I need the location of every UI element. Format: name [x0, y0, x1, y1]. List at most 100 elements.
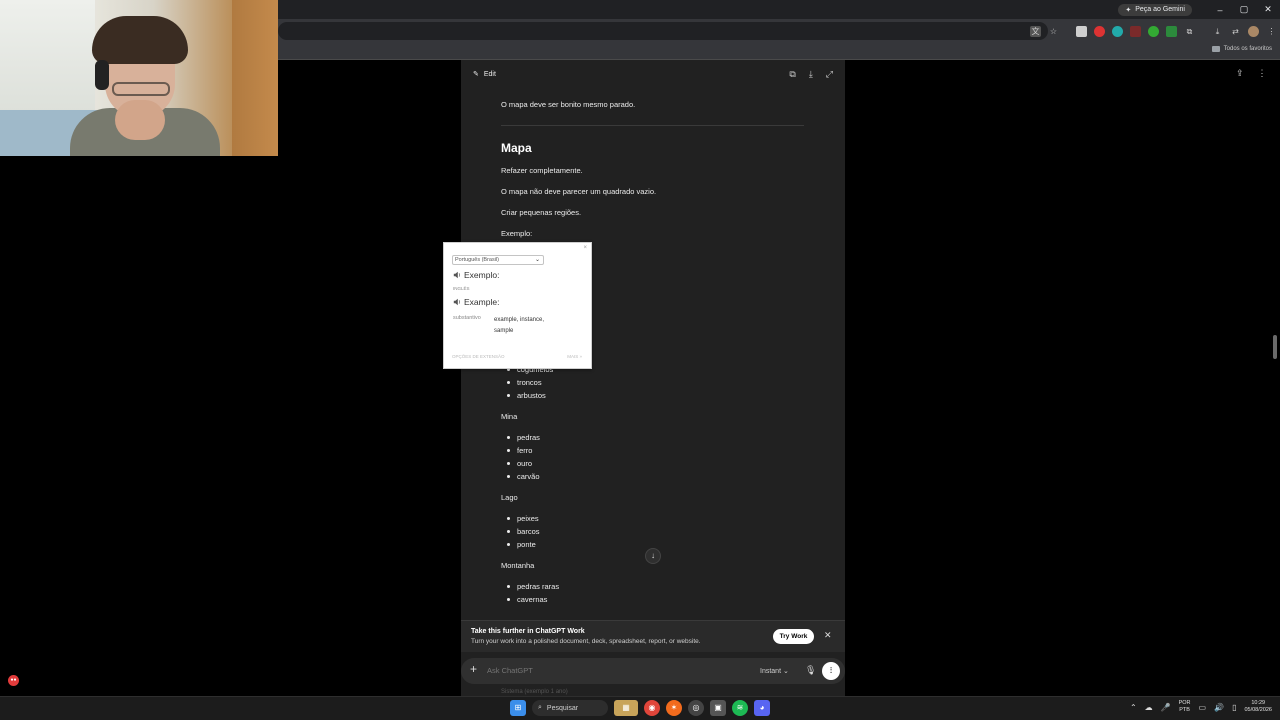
download-icon[interactable]: ⤓ [1212, 26, 1223, 37]
maximize-button[interactable]: ▢ [1232, 4, 1256, 15]
expand-icon[interactable]: ⤢ [826, 69, 833, 80]
mic-tray-icon[interactable]: 🎤 [1161, 703, 1171, 712]
extension-green-square-icon[interactable] [1166, 25, 1177, 37]
plus-icon[interactable]: + [470, 662, 477, 676]
translated-word-row: Example: [453, 297, 499, 307]
battery-icon[interactable]: ▯ [1232, 703, 1236, 712]
search-icon: ⌕ [538, 704, 542, 711]
webcam-hand [115, 100, 165, 140]
translate-icon[interactable]: 文 [1030, 25, 1041, 37]
edit-button[interactable]: ✎ Edit [473, 70, 496, 79]
promo-subtitle: Turn your work into a polished document,… [471, 638, 701, 645]
promo-title: Take this further in ChatGPT Work [471, 628, 585, 635]
section-title: Mina [501, 412, 518, 421]
speaker-icon[interactable] [453, 271, 461, 279]
microphone-icon[interactable]: 🎙 [805, 665, 816, 676]
more-link[interactable]: mais » [567, 354, 582, 359]
chevron-down-icon: ⌄ [534, 257, 540, 263]
webcam-headset [95, 60, 109, 90]
recording-icon[interactable]: ●● [8, 675, 19, 686]
doc-line: O mapa não deve parecer um quadrado vazi… [501, 187, 657, 196]
waveform-icon: ⫶ [830, 666, 832, 675]
close-window-button[interactable]: ✕ [1256, 4, 1280, 15]
gemini-button[interactable]: ✦ Peça ao Gemini [1118, 3, 1192, 16]
window-controls: ✦ Peça ao Gemini – ▢ ✕ [1118, 0, 1280, 19]
divider [501, 125, 804, 126]
pencil-icon: ✎ [473, 71, 479, 78]
tab-search-icon[interactable]: ⇄ [1230, 26, 1241, 37]
extension-shield-icon[interactable] [1076, 25, 1087, 37]
close-icon[interactable]: ✕ [824, 630, 832, 641]
target-language-label: inglês [453, 286, 470, 291]
list-item: pedras raras [506, 582, 560, 591]
clock-date: 05/08/2026 [1244, 707, 1272, 713]
page-scrollbar[interactable] [1273, 335, 1277, 359]
promo-banner: Take this further in ChatGPT Work Turn y… [461, 620, 845, 652]
all-bookmarks-link[interactable]: Todos os favoritos [1211, 46, 1272, 52]
clock[interactable]: 10:29 05/08/2026 [1244, 700, 1272, 714]
list-item: arbustos [507, 391, 546, 400]
address-bar[interactable] [278, 22, 1048, 40]
discord-icon[interactable]: ◕ [754, 700, 770, 716]
webcam-overlay [0, 0, 278, 156]
windows-taskbar: ⊞ ⌕ Pesquisar ▦ ◉ ✶ ◎ ▣ ≋ ◕ ⌃ ☁ 🎤 POR PT… [0, 696, 1280, 720]
extension-red-icon[interactable] [1094, 25, 1105, 37]
list-item: ferro [506, 446, 533, 455]
try-work-button[interactable]: Try Work [773, 629, 814, 644]
language-bottom: PTB [1179, 707, 1190, 713]
translate-popup: × Português (Brasil) ⌄ Exemplo: inglês E… [443, 242, 592, 369]
extension-teal-icon[interactable] [1112, 25, 1123, 37]
doc-line: Criar pequenas regiões. [501, 208, 582, 217]
part-of-speech: substantivo [453, 315, 481, 321]
spotify-icon[interactable]: ≋ [732, 700, 748, 716]
model-selector[interactable]: Instant ⌄ [760, 667, 789, 675]
input-language[interactable]: POR PTB [1179, 700, 1191, 714]
app-icon[interactable]: ▣ [710, 700, 726, 716]
webcam-door [232, 0, 278, 156]
share-icon[interactable]: ⇪ [1236, 68, 1244, 79]
obs-icon[interactable]: ◎ [688, 700, 704, 716]
list-item: peixes [507, 514, 539, 523]
webcam-glasses [112, 82, 170, 96]
faded-text: Sistema (exemplo 1 ano) [501, 689, 568, 695]
chat-input[interactable] [487, 666, 707, 675]
extension-options-link[interactable]: opções de extensão [452, 354, 505, 359]
copy-icon[interactable]: ⧉ [789, 69, 795, 80]
list-item: ponte [507, 540, 536, 549]
chrome-icon[interactable]: ◉ [644, 700, 660, 716]
list-item: troncos [507, 378, 542, 387]
voice-mode-button[interactable]: ⫶ [822, 662, 840, 680]
language-select-value: Português (Brasil) [455, 257, 500, 263]
puzzle-icon[interactable]: ⧉ [1184, 26, 1195, 37]
synonyms: example, instance, sample [494, 317, 545, 334]
taskbar-search-label: Pesquisar [546, 704, 579, 712]
list-item: barcos [507, 527, 540, 536]
extension-green-icon[interactable] [1148, 25, 1159, 37]
all-bookmarks-label: Todos os favoritos [1223, 46, 1272, 52]
close-icon[interactable]: × [583, 245, 587, 251]
profile-avatar-icon[interactable] [1248, 25, 1259, 37]
section-heading: Mapa [501, 141, 532, 155]
download-icon[interactable]: ⤓ [809, 69, 813, 80]
windows-start-icon[interactable]: ⊞ [510, 700, 526, 716]
cloud-icon[interactable]: ☁ [1145, 703, 1153, 712]
folder-icon [1211, 46, 1220, 52]
source-word: Exemplo: [464, 270, 500, 280]
browser-menu-icon[interactable]: ⋮ [1266, 26, 1277, 37]
minimize-button[interactable]: – [1208, 5, 1232, 15]
composer: + Instant ⌄ 🎙 ⫶ [461, 658, 845, 684]
extension-maroon-icon[interactable] [1130, 25, 1141, 37]
speaker-icon[interactable] [453, 298, 461, 306]
taskbar-search[interactable]: ⌕ Pesquisar [532, 700, 608, 716]
scroll-down-button[interactable]: ↓ [645, 548, 661, 564]
arrow-down-icon: ↓ [651, 551, 655, 560]
volume-icon[interactable]: 🔊 [1214, 703, 1224, 712]
chevron-up-icon[interactable]: ⌃ [1130, 703, 1137, 712]
network-icon[interactable]: ▭ [1199, 703, 1207, 712]
language-select[interactable]: Português (Brasil) ⌄ [452, 255, 544, 265]
orange-app-icon[interactable]: ✶ [666, 700, 682, 716]
clock-time: 10:29 [1251, 700, 1266, 706]
more-options-icon[interactable]: ⋮ [1258, 68, 1267, 79]
bookmark-star-icon[interactable]: ☆ [1048, 26, 1059, 37]
task-view-icon[interactable]: ▦ [614, 700, 638, 716]
